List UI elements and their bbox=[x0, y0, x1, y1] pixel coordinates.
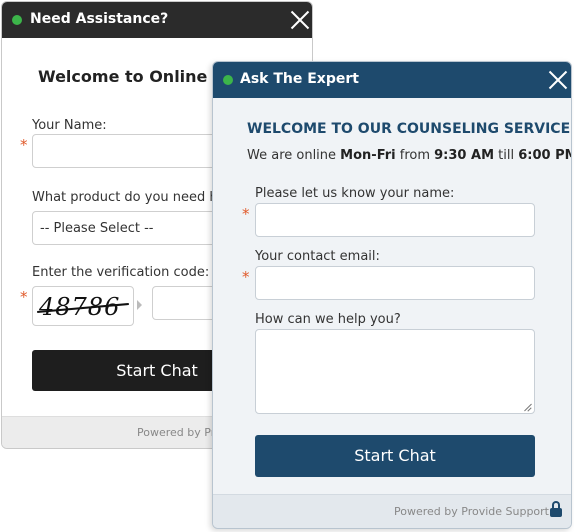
hours-prefix: We are online bbox=[247, 148, 341, 163]
lock-icon bbox=[550, 501, 562, 517]
help-textarea[interactable] bbox=[255, 329, 535, 414]
required-marker: * bbox=[20, 136, 28, 154]
required-marker: * bbox=[242, 268, 250, 286]
email-input[interactable] bbox=[255, 266, 535, 300]
name-label: Please let us know your name: bbox=[255, 186, 455, 201]
required-marker: * bbox=[20, 288, 28, 306]
online-status-icon bbox=[223, 75, 233, 85]
close-icon[interactable] bbox=[548, 70, 568, 90]
hours-till: till bbox=[494, 148, 519, 163]
widget-title: Need Assistance? bbox=[30, 11, 169, 27]
widget-footer: Powered by Provide Support bbox=[213, 494, 571, 528]
close-icon[interactable] bbox=[290, 10, 310, 30]
widget-header: Need Assistance? bbox=[2, 2, 312, 38]
hours-from: from bbox=[395, 148, 435, 163]
email-label: Your contact email: bbox=[255, 249, 380, 264]
welcome-heading: Welcome to Online S bbox=[38, 67, 225, 86]
name-label: Your Name: bbox=[32, 118, 107, 133]
hours-start: 9:30 AM bbox=[434, 148, 494, 163]
required-marker: * bbox=[242, 205, 250, 223]
powered-by-link[interactable]: Powered by Provide Support bbox=[394, 505, 549, 518]
online-hours: We are online Mon-Fri from 9:30 AM till … bbox=[247, 148, 572, 163]
captcha-arrow-icon bbox=[137, 300, 142, 310]
help-label: How can we help you? bbox=[255, 312, 401, 327]
hours-days: Mon-Fri bbox=[340, 148, 396, 163]
product-label: What product do you need he bbox=[32, 190, 226, 205]
resize-grip-icon[interactable] bbox=[524, 403, 532, 411]
hours-end: 6:00 PM bbox=[518, 148, 572, 163]
verification-label: Enter the verification code: bbox=[32, 265, 210, 280]
captcha-image: 48786 bbox=[32, 286, 134, 326]
online-status-icon bbox=[12, 15, 22, 25]
name-input[interactable] bbox=[255, 203, 535, 237]
widget-header: Ask The Expert bbox=[213, 62, 571, 98]
ask-the-expert-widget: Ask The Expert WELCOME TO OUR COUNSELING… bbox=[212, 61, 572, 529]
welcome-heading: WELCOME TO OUR COUNSELING SERVICE bbox=[247, 121, 571, 137]
widget-title: Ask The Expert bbox=[240, 71, 359, 87]
start-chat-button[interactable]: Start Chat bbox=[255, 435, 535, 477]
